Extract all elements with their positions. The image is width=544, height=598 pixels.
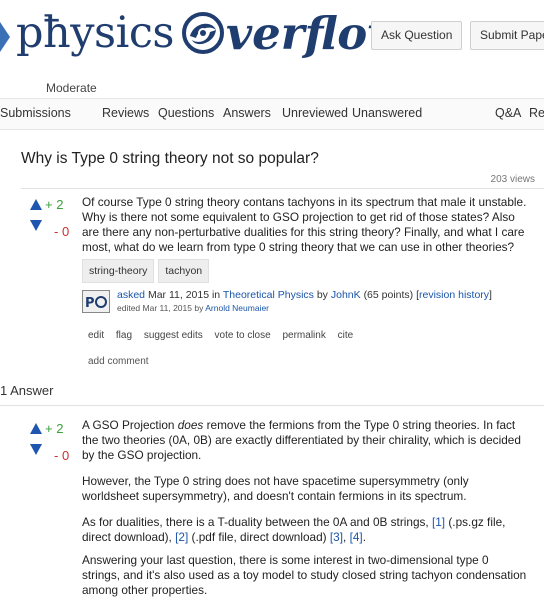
question-actions: edit flag suggest edits vote to close pe… <box>88 330 362 341</box>
revision-bracket-close: ] <box>489 289 492 301</box>
suggest-edits-link[interactable]: suggest edits <box>144 330 203 341</box>
answer-p3-mid2: (.pdf file, direct download) <box>188 530 330 544</box>
main-nav: Submissions Reviews Questions Answers Un… <box>0 98 544 130</box>
reference-link-3[interactable]: [3] <box>330 530 343 544</box>
logo-physics-text: pħysics <box>16 8 174 58</box>
reference-link-4[interactable]: [4] <box>350 530 363 544</box>
question-title[interactable]: Why is Type 0 string theory not so popul… <box>21 150 319 168</box>
by-label: by <box>316 289 328 301</box>
author-points: (65 points) <box>363 289 414 301</box>
upvote-count: + 2 <box>45 421 64 436</box>
author-link[interactable]: JohnK <box>331 289 361 301</box>
nav-answers[interactable]: Answers <box>223 106 271 120</box>
answer-p3-start: As for dualities, there is a T-duality b… <box>82 515 432 529</box>
upvote-arrow-icon[interactable] <box>30 423 42 434</box>
tag-tachyon[interactable]: tachyon <box>158 259 210 283</box>
submit-paper-button[interactable]: Submit Paper <box>470 21 544 50</box>
moderate-link[interactable]: Moderate <box>46 81 97 95</box>
answer-paragraph-4: Answering your last question, there is s… <box>82 553 527 597</box>
answer-paragraph-2: However, the Type 0 string does not have… <box>82 474 469 503</box>
downvote-arrow-icon[interactable] <box>30 220 42 231</box>
question-body: Of course Type 0 string theory contans t… <box>82 195 527 254</box>
nav-questions[interactable]: Questions <box>158 106 214 120</box>
answer-paragraph-1: A GSO Projection does remove the fermion… <box>82 418 528 463</box>
asked-info: asked Mar 11, 2015 in Theoretical Physic… <box>117 289 492 301</box>
edited-info: edited Mar 11, 2015 by Arnold Neumaier <box>117 303 269 313</box>
divider <box>0 405 544 406</box>
reference-link-2[interactable]: [2] <box>175 530 188 544</box>
back-arrow-icon[interactable] <box>0 22 10 52</box>
avatar[interactable]: P <box>82 290 110 313</box>
site-logo[interactable]: pħysics verflow <box>16 4 406 62</box>
reference-link-1[interactable]: [1] <box>432 515 445 529</box>
answer-paragraph-3: As for dualities, there is a T-duality b… <box>82 515 528 545</box>
asked-date: Mar 11, 2015 in <box>147 289 221 301</box>
answers-heading: 1 Answer <box>0 383 54 398</box>
revision-history-link[interactable]: revision history <box>419 289 489 301</box>
site-header: pħysics verflow Ask Question Submit Pape… <box>0 0 544 68</box>
cite-link[interactable]: cite <box>338 330 354 341</box>
nav-submissions[interactable]: Submissions <box>0 106 71 120</box>
nav-qa[interactable]: Q&A <box>495 106 521 120</box>
answer-p1-emphasis: does <box>177 418 204 432</box>
logo-swirl-icon <box>181 12 224 54</box>
downvote-count: - 0 <box>54 448 70 463</box>
downvote-arrow-icon[interactable] <box>30 444 42 455</box>
edited-date: edited Mar 11, 2015 by <box>117 303 204 313</box>
add-comment-link[interactable]: add comment <box>88 356 149 367</box>
vote-to-close-link[interactable]: vote to close <box>215 330 271 341</box>
flag-link[interactable]: flag <box>116 330 132 341</box>
nav-unanswered[interactable]: Unanswered <box>352 106 422 120</box>
edit-link[interactable]: edit <box>88 330 104 341</box>
nav-unreviewed[interactable]: Unreviewed <box>282 106 348 120</box>
svg-text:P: P <box>85 296 95 311</box>
tag-list: string-theory tachyon <box>82 259 210 283</box>
divider <box>21 188 544 189</box>
permalink-link[interactable]: permalink <box>282 330 325 341</box>
downvote-count: - 0 <box>54 224 70 239</box>
nav-re[interactable]: Re <box>529 106 544 120</box>
answer-p1-start: A GSO Projection <box>82 418 178 432</box>
tag-string-theory[interactable]: string-theory <box>82 259 155 283</box>
category-link[interactable]: Theoretical Physics <box>223 289 314 301</box>
editor-link[interactable]: Arnold Neumaier <box>205 303 269 313</box>
asked-link[interactable]: asked <box>117 289 145 301</box>
nav-reviews[interactable]: Reviews <box>102 106 149 120</box>
upvote-arrow-icon[interactable] <box>30 199 42 210</box>
answer-p3-end: . <box>362 530 366 544</box>
view-count: 203 views <box>490 174 535 185</box>
upvote-count: + 2 <box>45 197 64 212</box>
ask-question-button[interactable]: Ask Question <box>371 21 463 50</box>
